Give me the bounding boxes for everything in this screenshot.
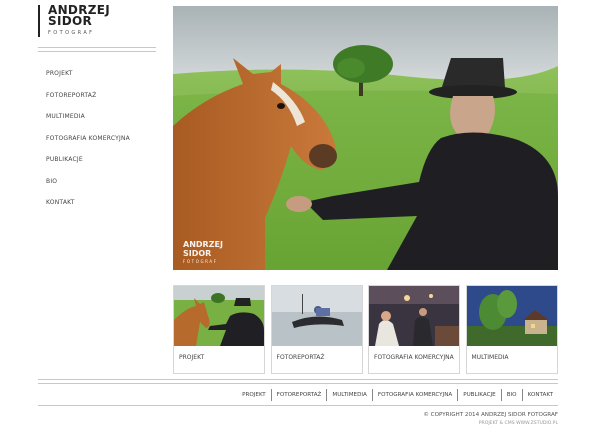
thumbnail-multimedia-label: MULTIMEDIA (471, 354, 509, 361)
side-divider-bottom (38, 51, 156, 52)
side-nav-projekt[interactable]: PROJEKT (46, 68, 130, 90)
footer-nav-kontakt[interactable]: KONTAKT (521, 389, 558, 401)
thumbnail-projekt-label: PROJEKT (179, 354, 205, 361)
footer-divider-bottom (38, 405, 558, 406)
thumbnail-fotografia-komercyjna[interactable]: FOTOGRAFIA KOMERCYJNA (368, 285, 460, 374)
side-divider-top (38, 47, 156, 48)
hero-photo[interactable]: ANDRZEJ SIDOR FOTOGRAF (173, 6, 558, 270)
side-nav-kontakt[interactable]: KONTAKT (46, 197, 130, 219)
footer-divider-second (38, 383, 558, 384)
copyright-text: © COPYRIGHT 2014 ANDRZEJ SIDOR FOTOGRAF (423, 412, 558, 418)
side-nav-fotografia-komercyjna[interactable]: FOTOGRAFIA KOMERCYJNA (46, 133, 130, 155)
footer-nav-multimedia[interactable]: MULTIMEDIA (326, 389, 371, 401)
side-navigation: PROJEKT FOTOREPORTAŻ MULTIMEDIA FOTOGRAF… (46, 68, 130, 219)
hero-watermark-line2: SIDOR (183, 249, 212, 258)
hero-watermark-sub: FOTOGRAF (183, 259, 218, 264)
footer-divider-top (38, 379, 558, 380)
footer-nav-fotografia-komercyjna[interactable]: FOTOGRAFIA KOMERCYJNA (371, 389, 457, 401)
credit-link[interactable]: PROJEKT & CMS WWW.ZSTUDIO.PL (479, 421, 558, 426)
thumbnail-projekt[interactable]: PROJEKT (173, 285, 265, 374)
side-nav-bio[interactable]: BIO (46, 176, 130, 198)
footer-nav-publikacje[interactable]: PUBLIKACJE (457, 389, 500, 401)
footer-nav-bio[interactable]: BIO (500, 389, 522, 401)
hero-image-horse-and-man (173, 6, 558, 270)
thumbnail-fotoreportaz[interactable]: FOTOREPORTAŻ (270, 285, 363, 374)
thumbnail-multimedia[interactable]: MULTIMEDIA (465, 285, 558, 374)
footer-nav-projekt[interactable]: PROJEKT (237, 389, 271, 401)
side-nav-fotoreportaz[interactable]: FOTOREPORTAŻ (46, 90, 130, 112)
logo-name-line2: SIDOR (48, 14, 93, 28)
thumbnail-fotoreportaz-label: FOTOREPORTAŻ (276, 354, 325, 361)
thumbnail-fotografia-komercyjna-image (369, 286, 459, 346)
side-nav-publikacje[interactable]: PUBLIKACJE (46, 154, 130, 176)
thumbnail-multimedia-image (466, 286, 557, 346)
footer-nav-fotoreportaz[interactable]: FOTOREPORTAŻ (270, 389, 327, 401)
thumbnail-fotografia-komercyjna-label: FOTOGRAFIA KOMERCYJNA (374, 354, 454, 361)
logo-subtitle: FOTOGRAF (48, 30, 95, 36)
hero-watermark: ANDRZEJ SIDOR FOTOGRAF (183, 240, 223, 264)
hero-watermark-line1: ANDRZEJ (183, 240, 223, 249)
thumbnail-fotoreportaz-image (271, 286, 362, 346)
footer-navigation: PROJEKT FOTOREPORTAŻ MULTIMEDIA FOTOGRAF… (237, 389, 558, 401)
side-nav-multimedia[interactable]: MULTIMEDIA (46, 111, 130, 133)
thumbnail-projekt-image (174, 286, 264, 346)
site-logo[interactable]: ANDRZEJ SIDOR FOTOGRAF (38, 4, 110, 37)
thumbnail-gallery: PROJEKT FOTOREPORTAŻ FOTOGRAFIA KOMERCYJ… (173, 285, 558, 374)
